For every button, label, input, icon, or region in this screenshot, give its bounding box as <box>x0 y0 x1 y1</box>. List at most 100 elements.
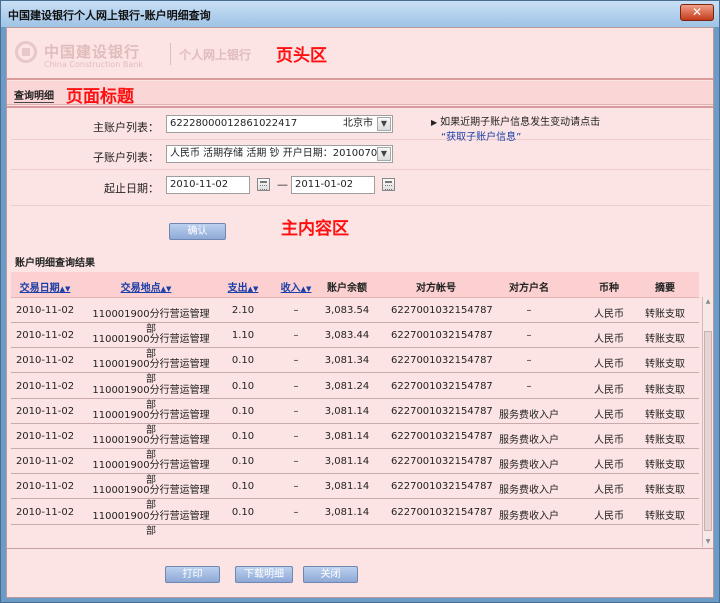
cell-summary: 转账支取 <box>645 485 685 497</box>
col-date-header[interactable]: 交易日期▲▼ <box>15 279 75 294</box>
bullet-arrow-icon: ▶ <box>431 118 438 127</box>
logo-subtitle: 个人网上银行 <box>179 48 252 62</box>
cell-counter-name: 服务费收入户 <box>499 435 559 446</box>
table-row[interactable]: 2010-11-02 110001900分行营运管理部 1.10–3,083.44 6… <box>11 323 699 360</box>
cell-debit: 0.10 <box>231 355 255 367</box>
cell-counter-account: 6227001032154787 <box>391 431 493 442</box>
col-debit-label: 支出 <box>227 283 248 294</box>
cell-counter-account: 6227001032154787 <box>391 330 493 342</box>
cell-balance: 3,081.14 <box>324 431 370 442</box>
table-row[interactable]: 2010-11-02 110001900分行营运管理部 0.10–3,081.14 6… <box>11 500 699 537</box>
table-row[interactable]: 2010-11-02 110001900分行营运管理部 2.10–3,083.54 6… <box>11 298 699 335</box>
table-row[interactable]: 2010-11-02 110001900分行营运管理部 0.10–3,081.24 6… <box>11 374 699 411</box>
cell-counter-name: – <box>526 355 532 367</box>
page-title[interactable]: 查询明细 <box>14 87 54 103</box>
cell-debit: 1.10 <box>231 330 255 342</box>
app-window: 中国建设银行个人网上银行-账户明细查询 ✕ 中国建设银行 China Const… <box>0 0 720 603</box>
header-divider <box>7 78 713 80</box>
table-row[interactable]: 2010-11-02 110001900分行营运管理部 0.10–3,081.34 6… <box>11 348 699 385</box>
table-row[interactable]: 2010-11-02 110001900分行营运管理部 0.10–3,081.14 6… <box>11 474 699 511</box>
cell-credit: – <box>293 506 299 518</box>
cell-counter-name: 服务费收入户 <box>499 409 559 421</box>
end-date-input[interactable]: 2011-01-02 <box>291 176 375 194</box>
cell-balance: 3,081.14 <box>324 506 370 518</box>
cell-currency: 人民币 <box>594 435 624 446</box>
cell-currency: 人民币 <box>594 460 624 472</box>
cell-credit: – <box>293 405 299 417</box>
table-row[interactable]: 2010-11-02 110001900分行营运管理部 0.10–3,081.14 6… <box>11 449 699 486</box>
cell-debit: 0.10 <box>231 380 255 392</box>
cell-currency: 人民币 <box>594 409 624 421</box>
confirm-button[interactable]: 确认 <box>169 223 226 240</box>
cell-balance: 3,083.54 <box>324 305 370 316</box>
col-location-label: 交易地点 <box>120 283 161 294</box>
vertical-scrollbar[interactable]: ▲ ▼ <box>702 297 713 547</box>
cell-debit: 2.10 <box>231 305 255 316</box>
cell-currency: 人民币 <box>594 485 624 497</box>
col-credit-header[interactable]: 收入▲▼ <box>276 279 316 294</box>
col-counter-account-header: 对方帐号 <box>416 283 456 294</box>
cell-counter-account: 6227001032154787 <box>391 355 493 367</box>
cell-credit: – <box>293 431 299 442</box>
download-button[interactable]: 下载明细 <box>235 566 293 583</box>
scroll-down-icon[interactable]: ▼ <box>704 538 712 546</box>
chevron-down-icon: ▼ <box>377 117 391 131</box>
cell-counter-name: 服务费收入户 <box>499 485 559 497</box>
cell-summary: 转账支取 <box>645 334 685 346</box>
cell-balance: 3,081.34 <box>324 355 370 367</box>
sort-icon: ▲▼ <box>247 285 259 293</box>
start-calendar-icon[interactable] <box>257 178 270 191</box>
cell-currency: 人民币 <box>594 384 624 396</box>
cell-credit: – <box>293 456 299 468</box>
close-button[interactable]: 关闭 <box>303 566 358 583</box>
header-annotation: 页头区 <box>276 46 327 66</box>
close-window-button[interactable]: ✕ <box>680 4 714 21</box>
col-currency-header: 币种 <box>599 283 619 294</box>
sort-icon: ▲▼ <box>59 285 71 293</box>
cell-debit: 0.10 <box>231 481 255 493</box>
col-location-header[interactable]: 交易地点▲▼ <box>111 279 181 294</box>
ccb-logo-icon <box>15 41 37 63</box>
cell-counter-name: – <box>526 305 532 316</box>
cell-counter-name: 服务费收入户 <box>499 510 559 522</box>
col-date-label: 交易日期 <box>19 283 60 294</box>
sub-account-label: 子账户列表： <box>93 151 159 164</box>
cell-location: 110001900分行营运管理部 <box>92 510 210 537</box>
start-date-input[interactable]: 2010-11-02 <box>166 176 250 194</box>
cell-currency: 人民币 <box>594 359 624 371</box>
sub-account-hint: ▶ 如果近期子账户信息发生变动请点击 <box>431 113 600 128</box>
main-account-city: 北京市 <box>343 118 373 129</box>
cell-currency: 人民币 <box>594 510 624 522</box>
cell-summary: 转账支取 <box>645 384 685 396</box>
cell-credit: – <box>293 305 299 316</box>
scroll-up-icon[interactable]: ▲ <box>704 298 712 306</box>
cell-debit: 0.10 <box>231 431 255 442</box>
cell-summary: 转账支取 <box>645 435 685 446</box>
end-calendar-icon[interactable] <box>382 178 395 191</box>
cell-summary: 转账支取 <box>645 309 685 320</box>
cell-debit: 0.10 <box>231 405 255 417</box>
table-row[interactable]: 2010-11-02 110001900分行营运管理部 0.10–3,081.14 6… <box>11 424 699 461</box>
table-row[interactable]: 2010-11-02 110001900分行营运管理部 0.10–3,081.14 6… <box>11 399 699 436</box>
col-debit-header[interactable]: 支出▲▼ <box>223 279 263 294</box>
cell-date: 2010-11-02 <box>15 305 75 316</box>
page-title-divider <box>7 106 713 108</box>
cell-balance: 3,081.14 <box>324 405 370 417</box>
main-account-select[interactable]: 6222800001286102241​7 北京市 ▼ <box>166 115 393 133</box>
cell-counter-account: 6227001032154787 <box>391 305 493 316</box>
page-title-annotation: 页面标题 <box>66 87 134 107</box>
cell-counter-name: 服务费收入户 <box>499 460 559 472</box>
cell-summary: 转账支取 <box>645 409 685 421</box>
print-button[interactable]: 打印 <box>165 566 220 583</box>
sub-account-value: 人民币 活期存储 活期 钞 开户日期：20100707 <box>170 148 384 159</box>
table-header: 交易日期▲▼ 交易地点▲▼ 支出▲▼ 收入▲▼ 账户余额 对方帐号 对方户名 币… <box>11 272 699 298</box>
cell-counter-name: – <box>526 380 532 392</box>
results-title: 账户明细查询结果 <box>15 258 95 269</box>
cell-date: 2010-11-02 <box>15 330 75 342</box>
date-separator: — <box>277 178 288 191</box>
cell-debit: 0.10 <box>231 506 255 518</box>
date-range-label: 起止日期： <box>104 182 159 195</box>
scroll-thumb[interactable] <box>704 331 712 531</box>
main-account-row: 主账户列表： 6222800001286102241​7 北京市 ▼ ▶ 如果近期… <box>11 110 711 143</box>
sub-account-select[interactable]: 人民币 活期存储 活期 钞 开户日期：20100707 ▼ <box>166 145 393 163</box>
